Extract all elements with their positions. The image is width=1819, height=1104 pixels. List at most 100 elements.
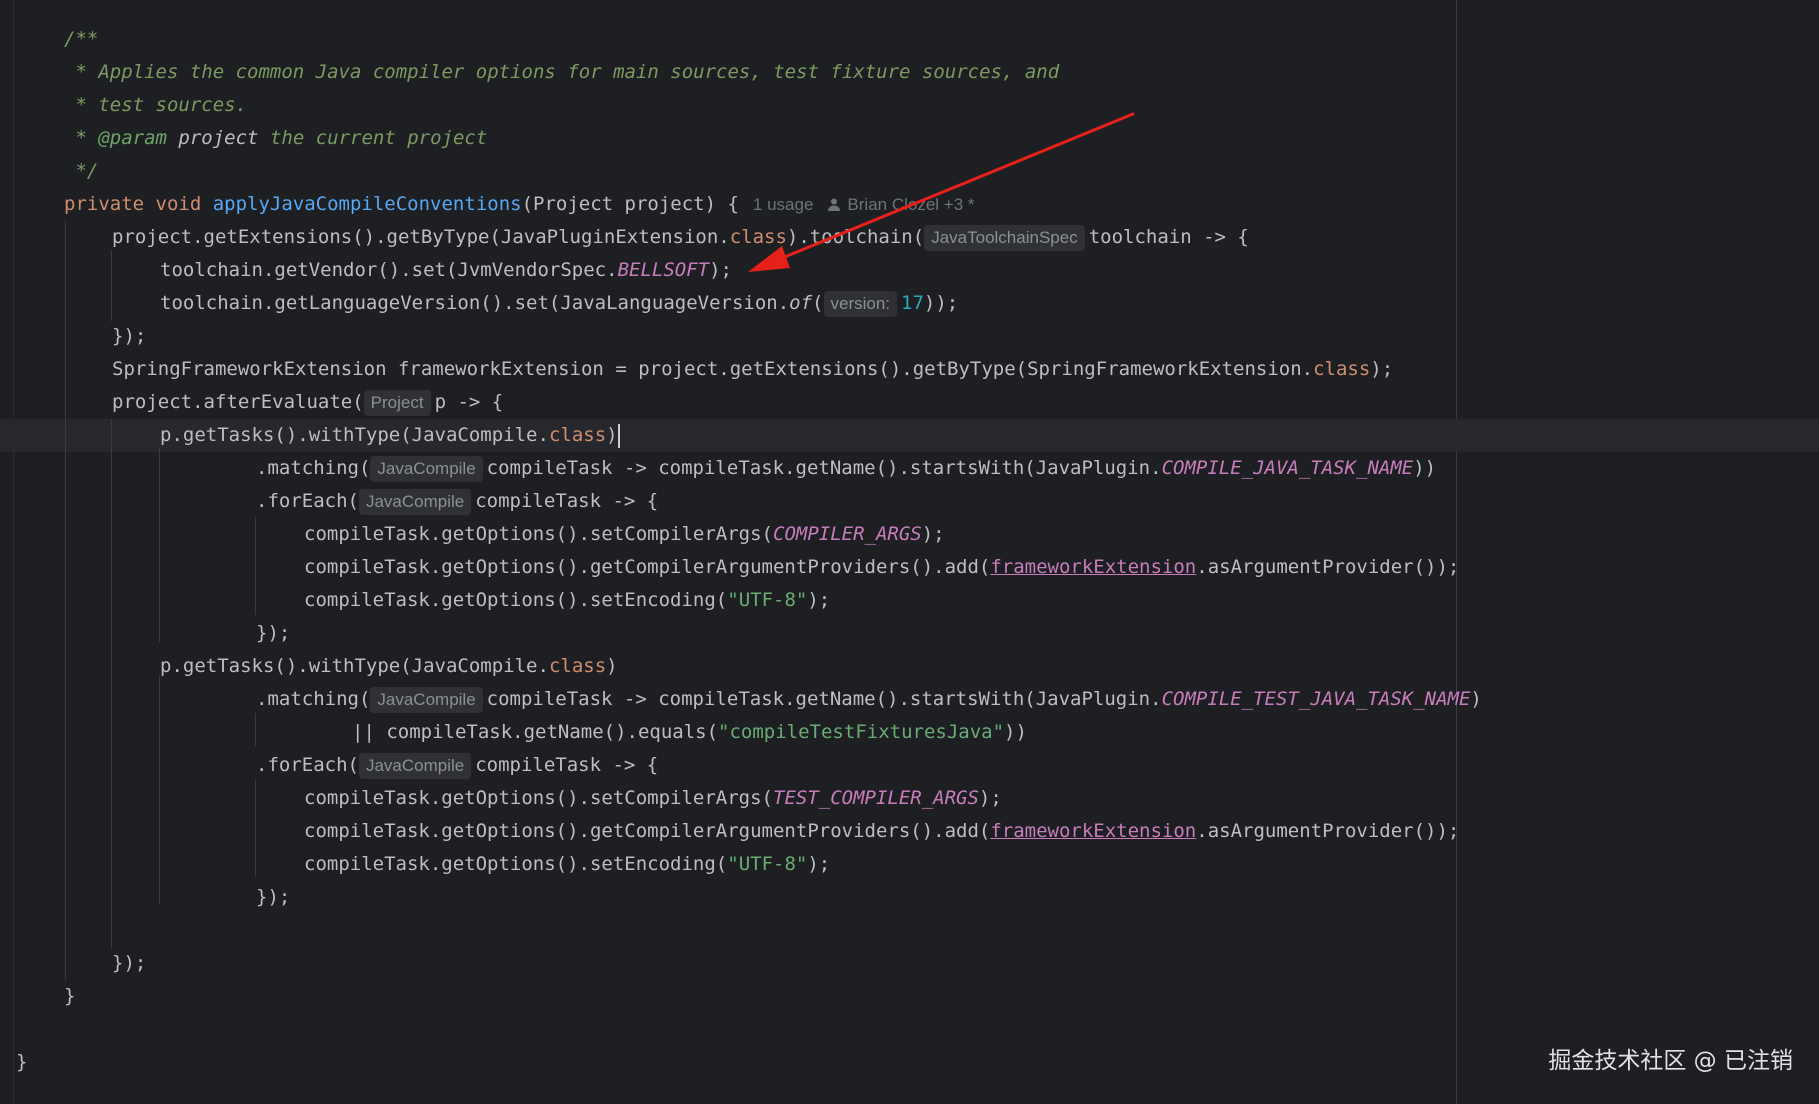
code-line-6[interactable]: private void applyJavaCompileConventions…: [64, 188, 975, 221]
text-caret: [617, 423, 620, 448]
code-text: p.getTasks().withType(JavaCompile.: [160, 424, 549, 446]
code-text: });: [112, 325, 147, 347]
indent-guide: [255, 713, 256, 746]
code-text: );: [709, 259, 732, 281]
constant-compiler-args: COMPILER_ARGS: [773, 523, 922, 545]
code-line-1[interactable]: /**: [64, 23, 98, 56]
field-reference[interactable]: frameworkExtension: [990, 556, 1196, 578]
code-text: p -> {: [434, 391, 504, 413]
code-text: );: [978, 787, 1002, 809]
static-method-of: of: [789, 292, 813, 314]
code-line-26[interactable]: compileTask.getOptions().setEncoding("UT…: [304, 848, 830, 881]
code-text: ): [1470, 688, 1482, 710]
code-line-14[interactable]: .matching(JavaCompile compileTask -> comp…: [256, 452, 1436, 485]
indent-guide: [255, 779, 256, 877]
javadoc-close: */: [64, 160, 99, 182]
code-text: ): [606, 655, 618, 677]
string-literal: "compileTestFixturesJava": [718, 721, 1005, 743]
code-line-7[interactable]: project.getExtensions().getByType(JavaPl…: [112, 221, 1249, 254]
code-text: });: [112, 952, 147, 974]
code-line-23[interactable]: .forEach(JavaCompile compileTask -> {: [256, 749, 658, 782]
code-text: project.getExtensions().getByType(JavaPl…: [112, 226, 730, 248]
type-inlay-hint: JavaCompile: [370, 455, 483, 482]
class-keyword: class: [1313, 358, 1371, 380]
code-text: );: [1370, 358, 1394, 380]
code-text: compileTask -> {: [475, 754, 659, 776]
method-name[interactable]: applyJavaCompileConventions: [213, 193, 522, 215]
code-line-24[interactable]: compileTask.getOptions().setCompilerArgs…: [304, 782, 1002, 815]
code-line-18[interactable]: compileTask.getOptions().setEncoding("UT…: [304, 584, 830, 617]
indent-guide: [159, 676, 160, 904]
code-line-15[interactable]: .forEach(JavaCompile compileTask -> {: [256, 485, 658, 518]
code-line-30[interactable]: }: [64, 980, 75, 1013]
code-line-25[interactable]: compileTask.getOptions().getCompilerArgu…: [304, 815, 1459, 848]
class-keyword: class: [548, 655, 607, 677]
type-inlay-hint: JavaToolchainSpec: [924, 224, 1085, 251]
code-text: toolchain.getLanguageVersion().set(JavaL…: [160, 292, 790, 314]
code-line-27[interactable]: });: [256, 881, 290, 914]
javadoc-text: * test sources.: [64, 94, 248, 116]
code-text: });: [256, 886, 291, 908]
code-text: )): [1413, 457, 1437, 479]
class-keyword: class: [729, 226, 787, 248]
code-line-12[interactable]: project.afterEvaluate(Project p -> {: [112, 386, 503, 419]
code-text: .asArgumentProvider());: [1196, 556, 1460, 578]
code-text: ));: [923, 292, 959, 314]
code-line-5[interactable]: */: [64, 155, 98, 188]
constant-compile-java-task-name: COMPILE_JAVA_TASK_NAME: [1161, 457, 1414, 479]
field-reference[interactable]: frameworkExtension: [990, 820, 1196, 842]
code-line-8[interactable]: toolchain.getVendor().set(JvmVendorSpec.…: [160, 254, 732, 287]
code-text: compileTask.getOptions().setEncoding(: [304, 589, 728, 611]
code-line-29[interactable]: });: [112, 947, 146, 980]
code-line-2[interactable]: * Applies the common Java compiler optio…: [64, 56, 1059, 89]
indent-guide: [255, 517, 256, 615]
code-text: compileTask.getOptions().setCompilerArgs…: [304, 523, 773, 545]
string-literal: "UTF-8": [727, 589, 808, 611]
code-line-9[interactable]: toolchain.getLanguageVersion().set(JavaL…: [160, 287, 958, 320]
code-text: (: [812, 292, 824, 314]
code-line-21[interactable]: .matching(JavaCompile compileTask -> comp…: [256, 683, 1482, 716]
code-line-16[interactable]: compileTask.getOptions().setCompilerArgs…: [304, 518, 945, 551]
constant-test-compiler-args: TEST_COMPILER_ARGS: [773, 787, 979, 809]
watermark-text: 掘金技术社区 @ 已注销: [1548, 1048, 1793, 1074]
code-line-17[interactable]: compileTask.getOptions().getCompilerArgu…: [304, 551, 1459, 584]
string-literal: "UTF-8": [727, 853, 808, 875]
code-text: toolchain -> {: [1088, 226, 1249, 248]
constant-bellsoft: BELLSOFT: [617, 259, 710, 281]
code-text: compileTask.getOptions().getCompilerArgu…: [304, 820, 991, 842]
code-text: );: [921, 523, 945, 545]
code-line-4[interactable]: * @param project the current project: [64, 122, 487, 155]
code-line-13[interactable]: p.getTasks().withType(JavaCompile.class): [160, 419, 620, 452]
code-text: project.afterEvaluate(: [112, 391, 364, 413]
class-keyword: class: [548, 424, 607, 446]
code-line-10[interactable]: });: [112, 320, 146, 353]
code-text: p.getTasks().withType(JavaCompile.: [160, 655, 549, 677]
code-line-32[interactable]: }: [16, 1046, 27, 1079]
code-line-20[interactable]: p.getTasks().withType(JavaCompile.class): [160, 650, 618, 683]
constant-compile-test-java-task-name: COMPILE_TEST_JAVA_TASK_NAME: [1161, 688, 1471, 710]
type-inlay-hint: JavaCompile: [358, 752, 472, 779]
usage-count-link[interactable]: 1 usage: [753, 195, 814, 214]
code-text: compileTask.getOptions().setCompilerArgs…: [304, 787, 773, 809]
code-text: }: [16, 1051, 28, 1073]
code-text: ).toolchain(: [786, 226, 925, 248]
type-inlay-hint: JavaCompile: [358, 488, 472, 515]
code-text: compileTask -> {: [475, 490, 659, 512]
author-lens[interactable]: Brian Clozel +3 *: [827, 195, 975, 214]
code-line-3[interactable]: * test sources.: [64, 89, 247, 122]
code-text: });: [256, 622, 291, 644]
javadoc-param-name: project: [178, 127, 259, 149]
javadoc-param-desc: the current project: [258, 127, 488, 149]
code-text: compileTask.getOptions().setEncoding(: [304, 853, 728, 875]
code-text: SpringFrameworkExtension frameworkExtens…: [112, 358, 1314, 380]
code-line-22[interactable]: || compileTask.getName().equals("compile…: [352, 716, 1027, 749]
code-text: }: [64, 985, 76, 1007]
indent-guide: [159, 447, 160, 642]
code-line-19[interactable]: });: [256, 617, 290, 650]
gutter-separator: [13, 0, 14, 1104]
code-text: ): [606, 424, 618, 446]
type-inlay-hint: Project: [363, 389, 431, 416]
code-editor[interactable]: /** * Applies the common Java compiler o…: [0, 0, 1819, 1104]
code-line-11[interactable]: SpringFrameworkExtension frameworkExtens…: [112, 353, 1393, 386]
person-icon: [828, 198, 841, 211]
